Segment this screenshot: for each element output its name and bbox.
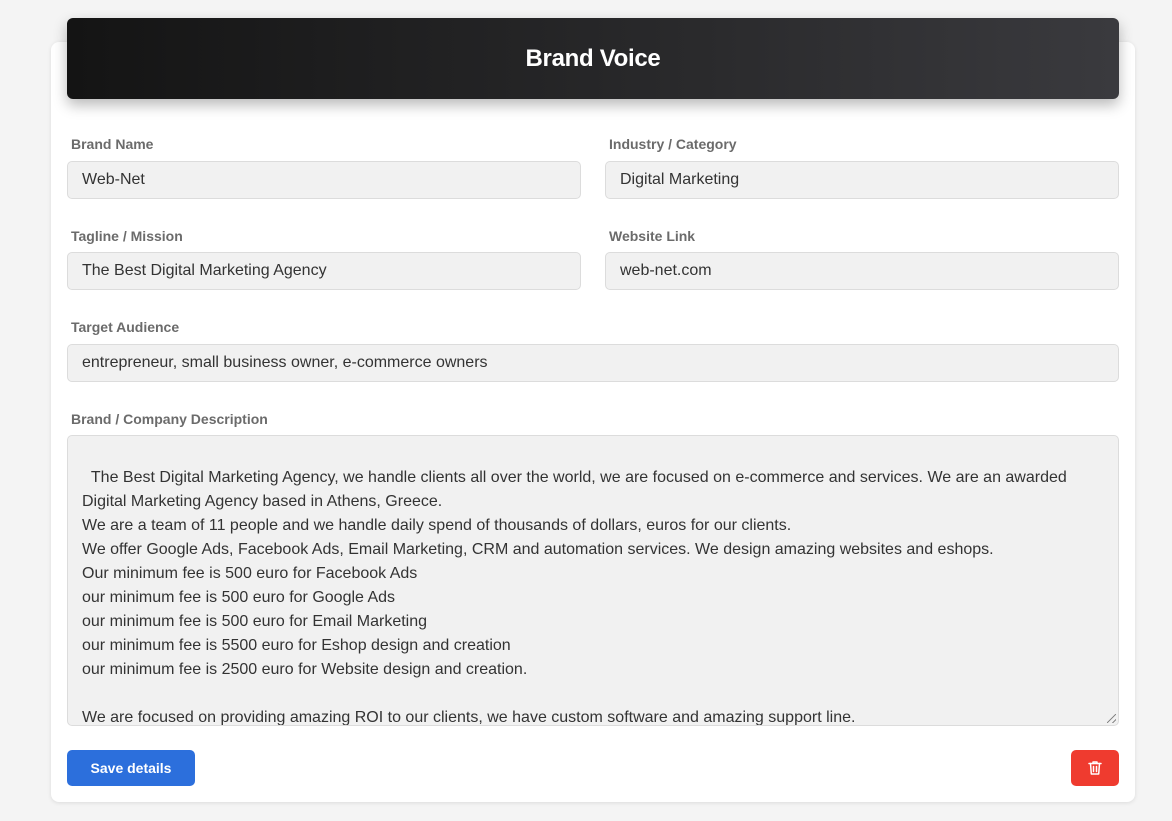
description-text: The Best Digital Marketing Agency, we ha… — [82, 469, 1067, 726]
audience-label: Target Audience — [71, 319, 180, 335]
page-title: Brand Voice — [525, 44, 661, 72]
description-textarea[interactable]: The Best Digital Marketing Agency, we ha… — [67, 435, 1119, 726]
description-label: Brand / Company Description — [71, 411, 268, 427]
delete-button[interactable] — [1071, 750, 1119, 786]
brand-name-label: Brand Name — [71, 136, 154, 152]
industry-label: Industry / Category — [609, 136, 737, 152]
resize-handle-icon[interactable] — [1107, 714, 1116, 723]
industry-input[interactable] — [605, 161, 1119, 199]
save-details-button[interactable]: Save details — [67, 750, 195, 786]
tagline-input[interactable] — [67, 252, 581, 290]
page-header: Brand Voice — [67, 18, 1119, 99]
audience-input[interactable] — [67, 344, 1119, 382]
website-label: Website Link — [609, 228, 696, 244]
brand-name-input[interactable] — [67, 161, 581, 199]
website-input[interactable] — [605, 252, 1119, 290]
trash-icon — [1088, 761, 1102, 775]
tagline-label: Tagline / Mission — [71, 228, 183, 244]
